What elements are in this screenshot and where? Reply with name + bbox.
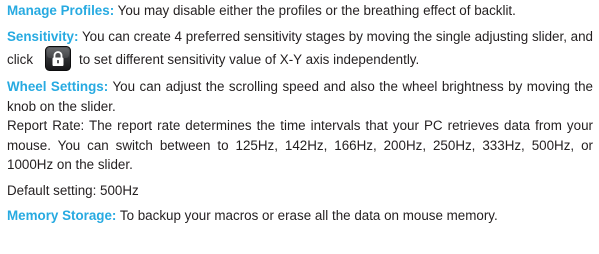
sensitivity-paragraph: Sensitivity: You can create 4 preferred …: [7, 27, 593, 71]
wheel-settings-paragraph: Wheel Settings: You can adjust the scrol…: [7, 77, 593, 116]
manage-profiles-paragraph: Manage Profiles: You may disable either …: [7, 1, 593, 21]
manual-page: Manage Profiles: You may disable either …: [7, 1, 593, 226]
report-rate-text: Report Rate: The report rate determines …: [7, 118, 593, 172]
lock-icon: [45, 46, 72, 71]
sensitivity-term: Sensitivity:: [7, 28, 79, 44]
memory-storage-text: To backup your macros or erase all the d…: [116, 208, 498, 223]
manage-profiles-text: You may disable either the profiles or t…: [114, 3, 516, 18]
memory-storage-paragraph: Memory Storage: To backup your macros or…: [7, 206, 593, 226]
default-setting-paragraph: Default setting: 500Hz: [7, 181, 593, 201]
wheel-settings-term: Wheel Settings:: [7, 79, 109, 94]
default-setting-text: Default setting: 500Hz: [7, 182, 139, 198]
report-rate-paragraph: Report Rate: The report rate determines …: [7, 116, 593, 175]
memory-storage-term: Memory Storage:: [7, 208, 117, 223]
sensitivity-text-after: to set different sensitivity value of X-…: [79, 52, 420, 67]
manage-profiles-term: Manage Profiles:: [7, 3, 115, 18]
